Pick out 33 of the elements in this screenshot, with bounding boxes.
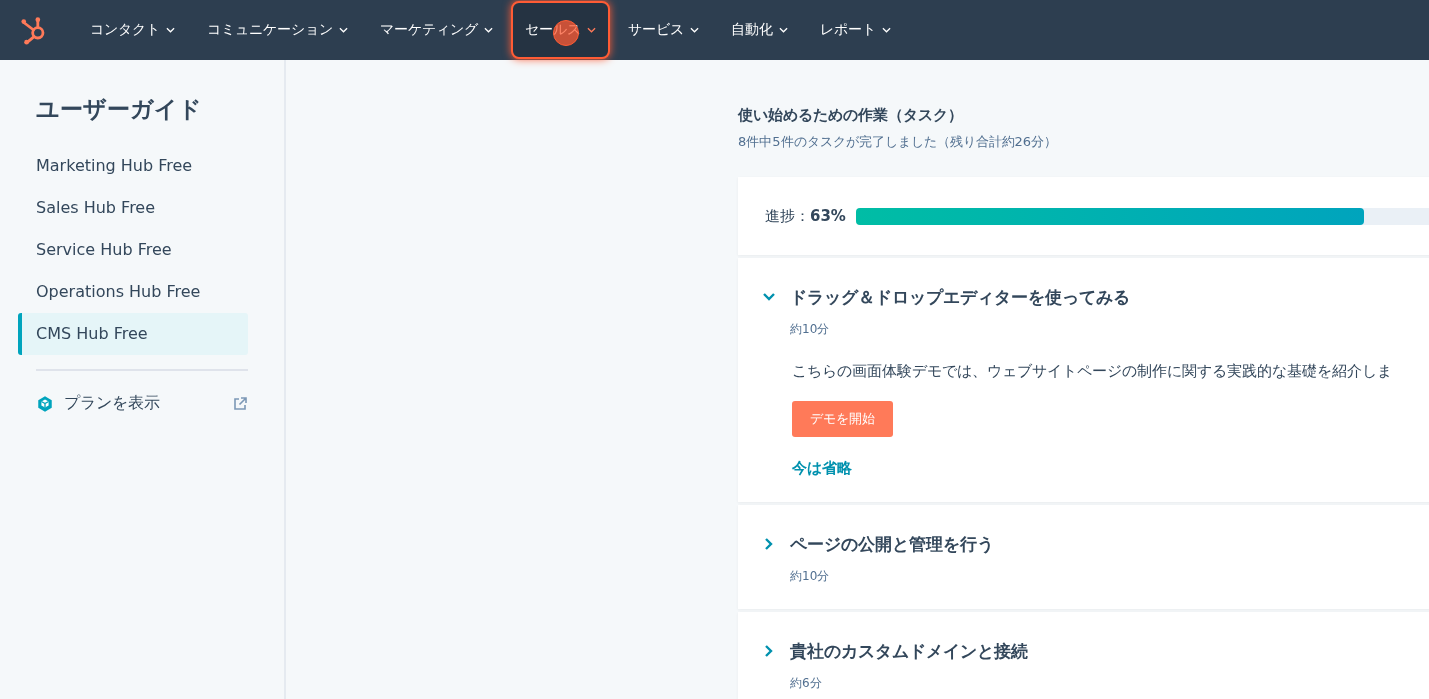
nav-menu-item[interactable]: 自動化 bbox=[717, 1, 802, 59]
caret-icon bbox=[339, 27, 348, 33]
tasks-summary: 8件中5件のタスクが完了しました（残り合計約26分） bbox=[738, 133, 1059, 151]
sidebar-item[interactable]: Sales Hub Free bbox=[18, 187, 248, 229]
sidebar-item[interactable]: CMS Hub Free bbox=[18, 313, 248, 355]
nav-menu-item[interactable]: コンタクト bbox=[76, 1, 189, 59]
task-title[interactable]: ドラッグ＆ドロップエディターを使ってみる bbox=[790, 286, 1130, 309]
view-plans-link[interactable]: プランを表示 bbox=[64, 393, 222, 414]
caret-icon bbox=[484, 27, 493, 33]
task-duration: 約6分 bbox=[790, 675, 823, 692]
sidebar-item[interactable]: Operations Hub Free bbox=[18, 271, 248, 313]
nav-menu-item[interactable]: レポート bbox=[806, 1, 905, 59]
sidebar-item[interactable]: Marketing Hub Free bbox=[18, 145, 248, 187]
skip-link[interactable]: 今は省略 bbox=[792, 459, 1429, 478]
nav-menu-item[interactable]: マーケティング bbox=[366, 1, 507, 59]
nav-menu-item[interactable]: サービス bbox=[614, 1, 713, 59]
sidebar-title: ユーザーガイド bbox=[36, 95, 203, 124]
sidebar-item[interactable]: Service Hub Free bbox=[18, 229, 248, 271]
caret-icon bbox=[587, 27, 596, 33]
caret-icon bbox=[166, 27, 175, 33]
task-duration: 約10分 bbox=[790, 321, 831, 338]
caret-icon bbox=[779, 27, 788, 33]
task-description: こちらの画面体験デモでは、ウェブサイトページの制作に関する実践的な基礎を紹介しま bbox=[792, 362, 1393, 381]
cube-icon bbox=[36, 394, 54, 413]
task-duration: 約10分 bbox=[790, 568, 831, 585]
tasks-heading: 使い始めるための作業（タスク） bbox=[738, 106, 964, 125]
external-link-icon[interactable] bbox=[232, 395, 248, 412]
caret-icon bbox=[882, 27, 891, 33]
caret-icon bbox=[690, 27, 699, 33]
task-title[interactable]: 貴社のカスタムドメインと接続 bbox=[790, 640, 1028, 663]
task-title[interactable]: ページの公開と管理を行う bbox=[790, 533, 994, 556]
nav-menu-item[interactable]: コミュニケーション bbox=[193, 1, 362, 59]
progress-label: 進捗：63% bbox=[765, 206, 846, 226]
